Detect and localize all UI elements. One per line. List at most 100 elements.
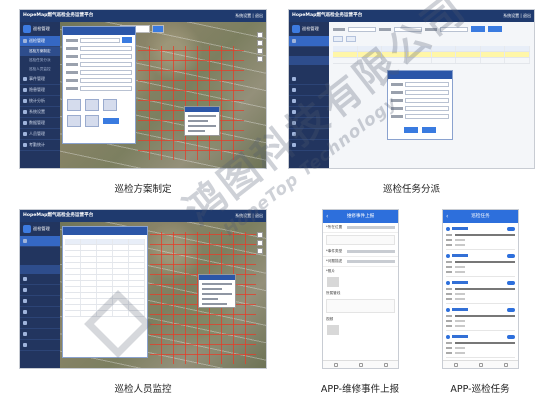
sidebar-item-staff[interactable] bbox=[289, 129, 329, 140]
sidebar-item-settings[interactable]: 系统设置 bbox=[20, 107, 60, 118]
window-controls[interactable]: 系统设置 | 退出 bbox=[235, 10, 263, 22]
location-text[interactable] bbox=[326, 235, 395, 245]
sidebar-item-attendance[interactable] bbox=[20, 340, 60, 351]
sidebar-item-attendance[interactable] bbox=[289, 140, 329, 151]
form-input[interactable] bbox=[80, 61, 132, 67]
sidebar-item-inspection[interactable] bbox=[289, 36, 329, 47]
clear-icon[interactable] bbox=[85, 115, 99, 127]
back-icon[interactable]: ‹ bbox=[326, 210, 328, 223]
form-input[interactable] bbox=[405, 89, 449, 95]
sidebar-sub-dispatch[interactable] bbox=[20, 256, 60, 265]
sidebar-item-settings[interactable] bbox=[20, 307, 60, 318]
task-card[interactable] bbox=[446, 333, 515, 358]
layers-icon[interactable] bbox=[257, 48, 263, 54]
add-button[interactable] bbox=[333, 36, 343, 42]
form-input[interactable] bbox=[80, 77, 132, 83]
form-input[interactable] bbox=[405, 81, 449, 87]
sidebar-item-hazard[interactable]: 隐患管理 bbox=[20, 85, 60, 96]
task-card[interactable] bbox=[446, 306, 515, 331]
back-icon[interactable]: ‹ bbox=[446, 210, 448, 223]
form-input[interactable] bbox=[80, 69, 132, 75]
map-search-button[interactable] bbox=[152, 25, 164, 33]
nav-home-icon[interactable] bbox=[358, 362, 363, 367]
table-row[interactable] bbox=[333, 58, 530, 64]
task-tag[interactable] bbox=[507, 226, 515, 231]
sidebar-item-data[interactable]: 数据管理 bbox=[20, 118, 60, 129]
form-button[interactable] bbox=[122, 37, 132, 43]
sidebar-sub-plan[interactable] bbox=[289, 47, 329, 56]
table-row[interactable] bbox=[65, 311, 145, 317]
form-input[interactable] bbox=[80, 45, 132, 51]
nav-home-icon[interactable] bbox=[478, 362, 483, 367]
cancel-button[interactable] bbox=[422, 127, 436, 133]
sidebar-item-data[interactable] bbox=[289, 118, 329, 129]
form-input[interactable] bbox=[80, 85, 132, 91]
zoom-out-icon[interactable] bbox=[257, 40, 263, 46]
field-event-type[interactable]: *事件类型 bbox=[323, 247, 398, 257]
sidebar-item-attendance[interactable]: 考勤统计 bbox=[20, 140, 60, 151]
filter-input[interactable] bbox=[440, 26, 468, 32]
sidebar-sub-dispatch[interactable]: 巡检任务分派 bbox=[20, 56, 60, 65]
sidebar-item-staff[interactable] bbox=[20, 329, 60, 340]
sidebar-item-stats[interactable] bbox=[20, 296, 60, 307]
nav-back-icon[interactable] bbox=[453, 362, 458, 367]
map-tools[interactable] bbox=[257, 32, 263, 64]
filter-input[interactable] bbox=[348, 26, 376, 32]
delete-button[interactable] bbox=[346, 36, 356, 42]
sidebar-sub-monitor[interactable] bbox=[289, 65, 329, 74]
task-tag[interactable] bbox=[507, 280, 515, 285]
sidebar-item-inspection[interactable]: 巡检管理 bbox=[20, 36, 60, 47]
sidebar-item-stats[interactable]: 统计分析 bbox=[20, 96, 60, 107]
sidebar-sub-plan[interactable]: 巡检方案制定 bbox=[20, 47, 60, 56]
layers-icon[interactable] bbox=[257, 248, 263, 254]
point-icon[interactable] bbox=[67, 115, 81, 127]
sidebar-item-settings[interactable] bbox=[289, 107, 329, 118]
monitor-map-view[interactable] bbox=[60, 222, 266, 368]
sidebar-item-hazard[interactable] bbox=[20, 285, 60, 296]
map-tools[interactable] bbox=[257, 232, 263, 256]
nav-back-icon[interactable] bbox=[333, 362, 338, 367]
form-input[interactable] bbox=[80, 53, 132, 59]
draw-area-icon[interactable] bbox=[85, 99, 99, 111]
form-input[interactable] bbox=[405, 105, 449, 111]
reset-button[interactable] bbox=[488, 26, 502, 32]
sidebar-item-events[interactable] bbox=[20, 274, 60, 285]
video-icon[interactable] bbox=[327, 325, 339, 335]
sidebar-sub-monitor[interactable]: 巡检人员监控 bbox=[20, 65, 60, 74]
select-icon[interactable] bbox=[103, 99, 117, 111]
form-input[interactable] bbox=[405, 113, 449, 119]
zoom-out-icon[interactable] bbox=[257, 240, 263, 246]
form-input[interactable] bbox=[405, 97, 449, 103]
sidebar-item-events[interactable] bbox=[289, 74, 329, 85]
filter-input[interactable] bbox=[394, 26, 422, 32]
sidebar-item-inspection[interactable] bbox=[20, 236, 60, 247]
field-description[interactable]: *问题描述 bbox=[323, 257, 398, 267]
zoom-in-icon[interactable] bbox=[257, 232, 263, 238]
task-card[interactable] bbox=[446, 225, 515, 250]
map-toolbar[interactable] bbox=[120, 25, 252, 33]
measure-icon[interactable] bbox=[257, 56, 263, 62]
sidebar-item-data[interactable] bbox=[20, 318, 60, 329]
search-button[interactable] bbox=[471, 26, 485, 32]
task-tag[interactable] bbox=[507, 334, 515, 339]
camera-icon[interactable] bbox=[327, 277, 339, 287]
ok-button[interactable] bbox=[404, 127, 418, 133]
window-controls[interactable]: 系统设置 | 退出 bbox=[503, 10, 531, 22]
task-tag[interactable] bbox=[507, 307, 515, 312]
confirm-button[interactable] bbox=[103, 118, 119, 124]
sidebar-sub-monitor[interactable] bbox=[20, 265, 60, 274]
nav-menu-icon[interactable] bbox=[383, 362, 388, 367]
field-location[interactable]: *所在位置 bbox=[323, 223, 398, 233]
nav-menu-icon[interactable] bbox=[503, 362, 508, 367]
draw-line-icon[interactable] bbox=[67, 99, 81, 111]
map-view[interactable] bbox=[60, 22, 266, 168]
sidebar-sub-plan[interactable] bbox=[20, 247, 60, 256]
task-card[interactable] bbox=[446, 252, 515, 277]
sidebar-item-hazard[interactable] bbox=[289, 85, 329, 96]
sidebar-item-events[interactable]: 事件管理 bbox=[20, 74, 60, 85]
task-tag[interactable] bbox=[507, 253, 515, 258]
sidebar-item-staff[interactable]: 人员管理 bbox=[20, 129, 60, 140]
sidebar-sub-dispatch[interactable] bbox=[289, 56, 329, 65]
zoom-in-icon[interactable] bbox=[257, 32, 263, 38]
form-input[interactable] bbox=[80, 37, 120, 43]
